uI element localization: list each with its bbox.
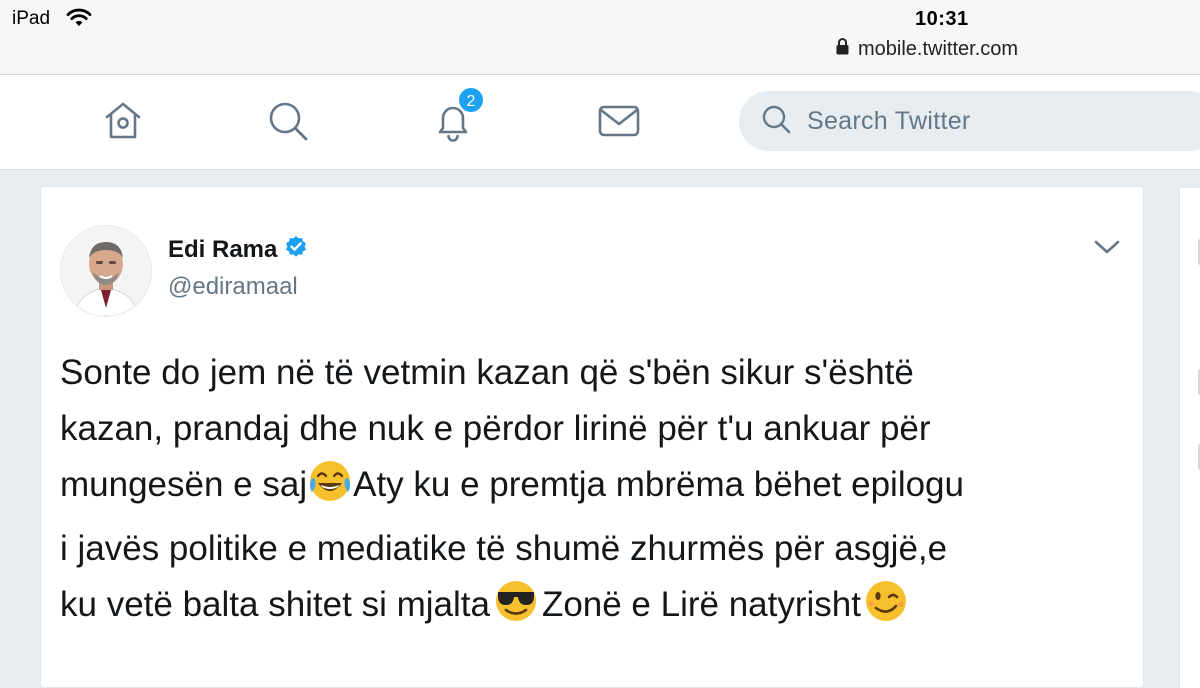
tweet-line: i javës politike e mediatike të shumë zh… [60,529,948,568]
search-input[interactable]: Search Twitter [739,91,1200,151]
tweet-fragment: Zonë e Lirë natyrisht [541,585,861,624]
tweet-text: Sonte do jem në të vetmin kazan që s'bën… [60,345,1130,641]
tweet-line: Sonte do jem në të vetmin kazan që s'bën… [60,353,914,392]
tears-of-joy-emoji [307,458,353,521]
verified-badge-icon [284,235,308,264]
notification-count-badge: 2 [457,86,485,114]
device-label: iPad [12,8,51,29]
tweet-fragment: ku vetë balta shitet si mjalta [60,585,490,624]
tweet-fragment: Aty ku e premtja mbrëma bëhet epilogu [353,465,964,504]
home-icon[interactable] [99,97,147,145]
ios-status-bar: iPad 10:31 mobile.twitter.com [0,0,1200,75]
adjacent-panel [1179,188,1200,688]
search-placeholder: Search Twitter [807,106,971,135]
chevron-down-icon[interactable] [1092,237,1122,262]
wifi-icon [66,8,92,33]
author-handle[interactable]: @ediramaal [168,273,298,301]
wink-emoji [861,578,911,641]
lock-icon [836,38,849,61]
search-field-icon [761,104,791,139]
sunglasses-emoji [490,578,542,641]
status-time: 10:31 [915,8,969,30]
messages-envelope-icon[interactable] [595,97,643,145]
tweet-fragment: mungesën e saj [60,465,308,504]
author-row: Edi Rama [168,235,308,264]
url-text: mobile.twitter.com [858,38,1019,60]
tweet-line: kazan, prandaj dhe nuk e përdor lirinë p… [60,409,931,448]
avatar[interactable] [60,225,152,317]
search-icon[interactable] [264,97,312,145]
tweet-card[interactable]: Edi Rama @ediramaal Sonte do jem në të v… [40,186,1144,688]
tweet-line: mungesën e saj Aty ku e premtja mbrëma bë… [60,457,1130,521]
tweet-line: ku vetë balta shitet si mjalta Zonë e Lir… [60,577,1130,641]
author-name[interactable]: Edi Rama [168,236,277,264]
address-bar[interactable]: mobile.twitter.com [836,38,1018,61]
